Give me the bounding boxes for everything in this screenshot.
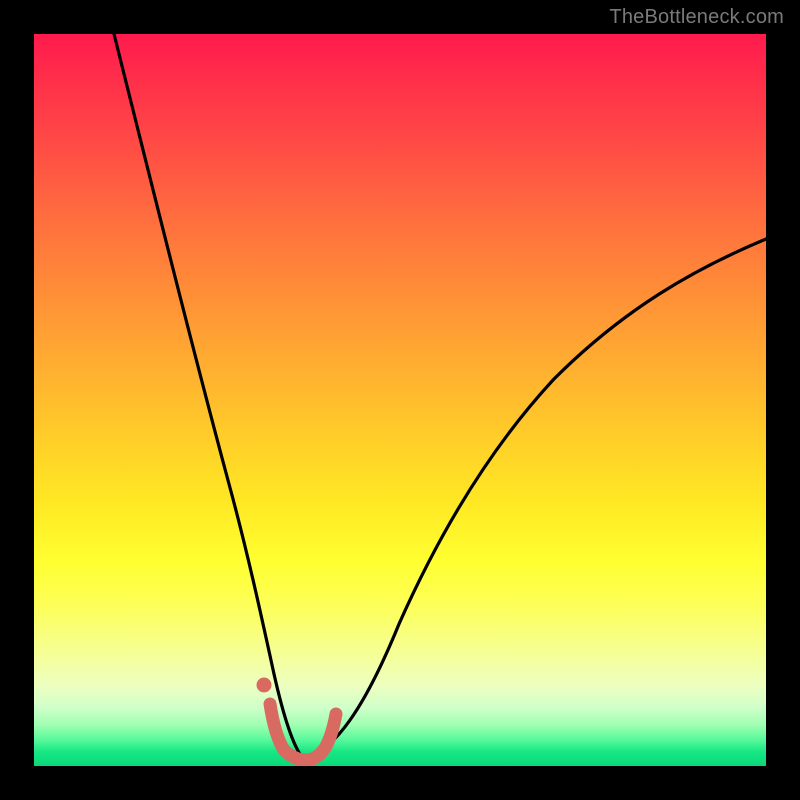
- marker-arc: [270, 704, 336, 760]
- chart-frame: TheBottleneck.com: [0, 0, 800, 800]
- left-curve: [114, 34, 302, 757]
- right-curve: [306, 239, 766, 758]
- watermark-text: TheBottleneck.com: [609, 6, 784, 29]
- curve-layer: [34, 34, 766, 766]
- plot-area: [34, 34, 766, 766]
- marker-dot: [257, 678, 271, 692]
